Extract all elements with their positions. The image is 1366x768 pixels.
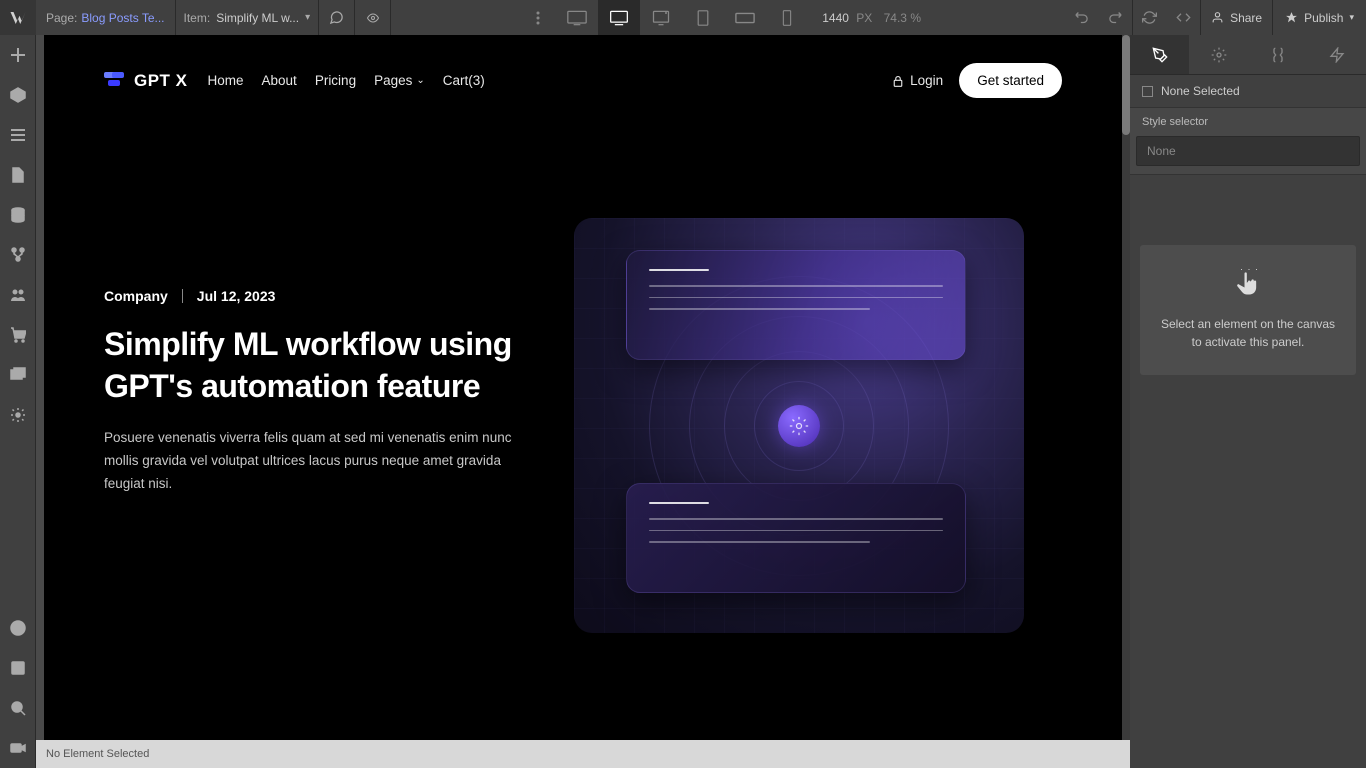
audit-icon[interactable] — [0, 648, 36, 688]
chevron-down-icon: ▾ — [305, 12, 310, 23]
page-selector[interactable]: Page: Blog Posts Te... — [36, 0, 176, 35]
breakpoint-switcher — [556, 0, 808, 35]
code-export-icon[interactable] — [1166, 0, 1200, 35]
breadcrumb-bar: No Element Selected — [36, 740, 1130, 768]
search-icon[interactable] — [0, 688, 36, 728]
breakpoint-desktop[interactable] — [598, 0, 640, 35]
cms-item-selector[interactable]: Item: Simplify ML w... ▾ — [176, 0, 320, 35]
meta-separator — [182, 289, 183, 303]
publish-button[interactable]: Publish ▾ — [1272, 0, 1366, 35]
logic-icon[interactable] — [0, 235, 36, 275]
publish-label: Publish — [1304, 11, 1343, 25]
style-panel: None Selected Style selector None · · · … — [1130, 35, 1366, 768]
canvas-width: 1440 — [822, 11, 849, 25]
undo-icon[interactable] — [1064, 0, 1098, 35]
left-toolbar — [0, 35, 36, 768]
hero-card-top — [626, 250, 966, 360]
breakpoint-tablet-large[interactable] — [640, 0, 682, 35]
lock-icon — [892, 75, 904, 87]
redo-icon[interactable] — [1098, 0, 1132, 35]
chevron-down-icon: ▾ — [1349, 12, 1354, 23]
panel-tabs — [1130, 35, 1366, 75]
nav-pages[interactable]: Pages ⌄ — [374, 73, 425, 88]
breakpoint-mobile-landscape[interactable] — [724, 0, 766, 35]
brand[interactable]: GPT X — [104, 70, 188, 92]
blog-hero: Company Jul 12, 2023 Simplify ML workflo… — [44, 98, 1122, 633]
post-title: Simplify ML workflow using GPT's automat… — [104, 324, 534, 407]
empty-state-hint: · · · Select an element on the canvas to… — [1140, 245, 1356, 375]
post-meta: Company Jul 12, 2023 — [104, 288, 534, 304]
gear-icon — [778, 405, 820, 447]
login-label: Login — [910, 73, 943, 88]
nav-links: Home About Pricing Pages ⌄ Cart(3) — [208, 73, 485, 88]
help-icon[interactable] — [0, 608, 36, 648]
cms-icon[interactable] — [0, 195, 36, 235]
class-selector-input[interactable]: None — [1136, 136, 1360, 166]
checkbox-icon[interactable] — [1142, 86, 1153, 97]
post-description: Posuere venenatis viverra felis quam at … — [104, 427, 534, 496]
more-options-icon[interactable] — [520, 0, 556, 35]
settings-icon[interactable] — [0, 395, 36, 435]
nav-pricing[interactable]: Pricing — [315, 73, 356, 88]
brand-text: GPT X — [134, 71, 188, 91]
nav-cart[interactable]: Cart(3) — [443, 73, 485, 88]
nav-about[interactable]: About — [262, 73, 297, 88]
post-category[interactable]: Company — [104, 288, 168, 304]
selection-row: None Selected — [1130, 75, 1366, 108]
px-label: PX — [856, 11, 872, 25]
hint-line-2: to activate this panel. — [1156, 333, 1340, 351]
users-icon[interactable] — [0, 275, 36, 315]
item-label: Item: — [184, 11, 211, 25]
get-started-button[interactable]: Get started — [959, 63, 1062, 98]
tab-interactions[interactable] — [1248, 35, 1307, 74]
navigator-icon[interactable] — [0, 115, 36, 155]
top-toolbar: Page: Blog Posts Te... Item: Simplify ML… — [0, 0, 1366, 35]
components-icon[interactable] — [0, 75, 36, 115]
preview-icon[interactable] — [355, 0, 391, 35]
hero-card-bottom — [626, 483, 966, 593]
tab-style[interactable] — [1130, 35, 1189, 74]
site-navbar: GPT X Home About Pricing Pages ⌄ Cart(3) — [44, 35, 1122, 98]
tab-settings[interactable] — [1189, 35, 1248, 74]
hint-line-1: Select an element on the canvas — [1156, 315, 1340, 333]
page-value: Blog Posts Te... — [81, 11, 164, 25]
add-element-icon[interactable] — [0, 35, 36, 75]
none-selected-label: None Selected — [1161, 84, 1240, 98]
assets-icon[interactable] — [0, 355, 36, 395]
breakpoint-mobile[interactable] — [766, 0, 808, 35]
video-icon[interactable] — [0, 728, 36, 768]
style-selector-label: Style selector — [1130, 108, 1366, 132]
share-button[interactable]: Share — [1200, 0, 1272, 35]
canvas-scrollbar[interactable] — [1122, 35, 1130, 740]
login-link[interactable]: Login — [892, 73, 943, 88]
ecommerce-icon[interactable] — [0, 315, 36, 355]
design-canvas[interactable]: GPT X Home About Pricing Pages ⌄ Cart(3) — [44, 35, 1122, 740]
webflow-logo[interactable] — [0, 0, 36, 35]
breakpoint-xl[interactable] — [556, 0, 598, 35]
pointer-hand-icon: · · · — [1234, 269, 1262, 299]
breakpoint-tablet[interactable] — [682, 0, 724, 35]
canvas-dimensions[interactable]: 1440 PX 74.3 % — [808, 11, 935, 25]
pages-icon[interactable] — [0, 155, 36, 195]
nav-home[interactable]: Home — [208, 73, 244, 88]
chevron-down-icon: ⌄ — [416, 75, 424, 86]
tab-effects[interactable] — [1307, 35, 1366, 74]
brand-logo-icon — [104, 70, 126, 92]
comments-icon[interactable] — [319, 0, 355, 35]
canvas-area: GPT X Home About Pricing Pages ⌄ Cart(3) — [36, 35, 1130, 768]
page-label: Page: — [46, 11, 77, 25]
sync-icon[interactable] — [1132, 0, 1166, 35]
post-hero-image — [574, 218, 1024, 633]
share-label: Share — [1230, 11, 1262, 25]
zoom-level: 74.3 % — [884, 11, 921, 25]
breadcrumb-text: No Element Selected — [46, 748, 149, 760]
post-date: Jul 12, 2023 — [197, 288, 276, 304]
item-value: Simplify ML w... — [216, 11, 299, 25]
